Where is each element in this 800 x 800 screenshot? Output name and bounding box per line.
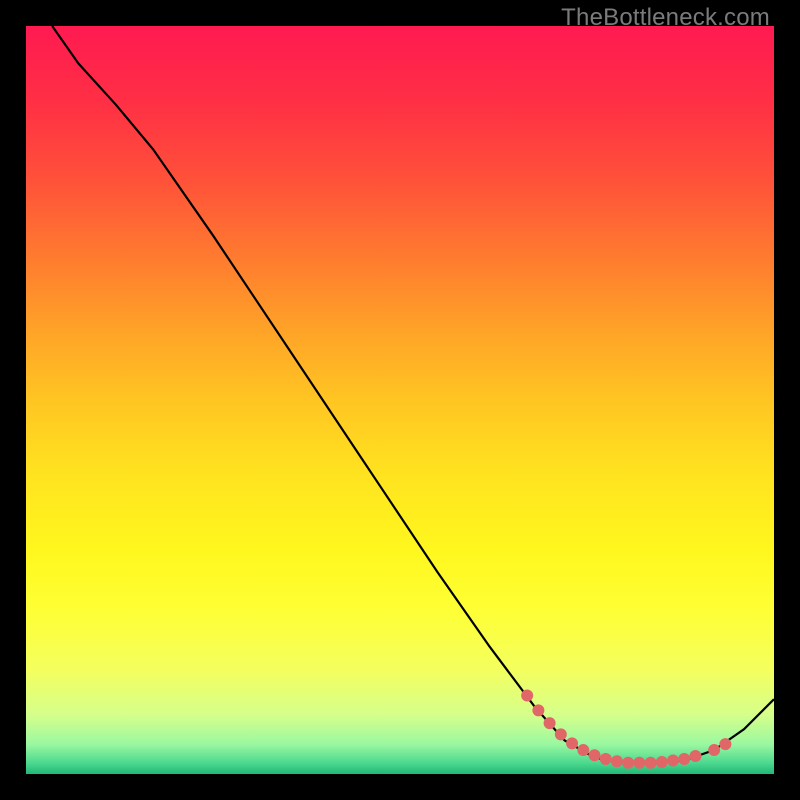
marker-dot (719, 738, 731, 750)
marker-dot (588, 749, 600, 761)
marker-dot (544, 717, 556, 729)
chart-frame: TheBottleneck.com (0, 0, 800, 800)
marker-dot (689, 750, 701, 762)
marker-dot (611, 755, 623, 767)
marker-dot (600, 753, 612, 765)
marker-dot (656, 756, 668, 768)
marker-dot (667, 755, 679, 767)
marker-dot (555, 728, 567, 740)
marker-dot (645, 757, 657, 769)
marker-dot (577, 744, 589, 756)
chart-plot (26, 26, 774, 774)
gradient-background (26, 26, 774, 774)
marker-dot (708, 744, 720, 756)
marker-dot (521, 689, 533, 701)
marker-dot (566, 737, 578, 749)
marker-dot (532, 704, 544, 716)
marker-dot (622, 757, 634, 769)
marker-dot (678, 753, 690, 765)
marker-dot (633, 757, 645, 769)
